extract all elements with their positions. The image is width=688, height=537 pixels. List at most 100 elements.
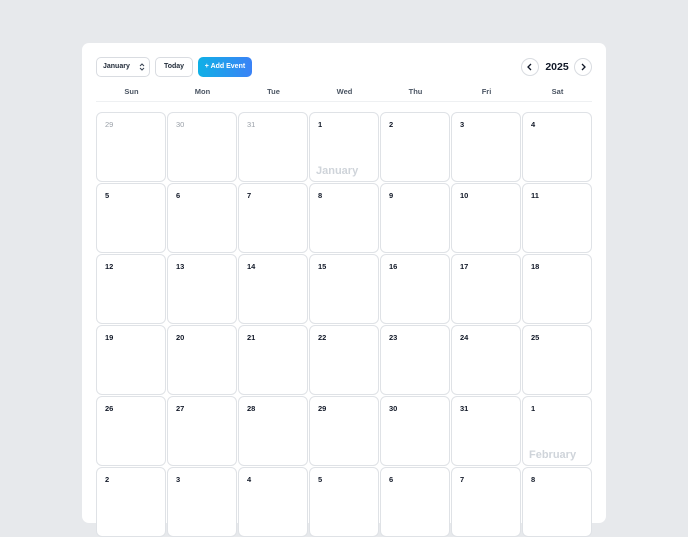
day-cell[interactable]: 26 [96,396,166,466]
chevron-updown-icon [139,62,145,72]
day-cell[interactable]: 18 [522,254,592,324]
day-number: 31 [460,404,469,413]
day-number: 3 [460,120,465,129]
day-cell[interactable]: 20 [167,325,237,395]
day-number: 5 [318,475,323,484]
day-number: 31 [247,120,256,129]
day-cell[interactable]: 21 [238,325,308,395]
day-cell[interactable]: 16 [380,254,450,324]
chevron-left-icon [527,63,532,71]
day-cell[interactable]: 6 [167,183,237,253]
day-cell[interactable]: 31 [238,112,308,182]
day-cell[interactable]: 4 [238,467,308,537]
day-cell[interactable]: 6 [380,467,450,537]
day-number: 9 [389,191,394,200]
day-cell[interactable]: 12 [96,254,166,324]
weekday-wed: Wed [336,87,353,96]
day-number: 2 [389,120,394,129]
day-number: 29 [318,404,327,413]
month-select[interactable]: January [96,57,150,77]
day-cell[interactable]: 10 [451,183,521,253]
day-cell[interactable]: 28 [238,396,308,466]
day-cell[interactable]: 1 January [309,112,379,182]
day-cell[interactable]: 1 February [522,396,592,466]
day-number: 1 [531,404,536,413]
day-cell[interactable]: 2 [96,467,166,537]
day-number: 4 [531,120,536,129]
day-number: 4 [247,475,252,484]
weekday-thu: Thu [408,87,423,96]
day-cell[interactable]: 17 [451,254,521,324]
day-cell[interactable]: 19 [96,325,166,395]
day-number: 30 [389,404,398,413]
day-number: 22 [318,333,327,342]
day-number: 19 [105,333,114,342]
calendar-card: January Today + Add Event 2025 Sun Mon Tue… [82,43,606,537]
day-cell[interactable]: 27 [167,396,237,466]
day-cell[interactable]: 8 [522,467,592,537]
day-cell[interactable]: 31 [451,396,521,466]
day-number: 10 [460,191,469,200]
next-year-button[interactable] [574,58,592,76]
day-number: 7 [247,191,252,200]
month-label-january: January [316,165,359,177]
day-cell[interactable]: 4 [522,112,592,182]
day-number: 24 [460,333,469,342]
day-number: 6 [389,475,394,484]
day-cell[interactable]: 3 [451,112,521,182]
day-cell[interactable]: 9 [380,183,450,253]
day-number: 28 [247,404,256,413]
day-number: 27 [176,404,185,413]
calendar-toolbar: January Today + Add Event 2025 [96,57,592,77]
weekday-sat: Sat [551,87,564,96]
weekday-header: Sun Mon Tue Wed Thu Fri Sat [96,87,592,102]
day-number: 12 [105,262,114,271]
day-number: 15 [318,262,327,271]
day-cell[interactable]: 23 [380,325,450,395]
weekday-mon: Mon [194,87,211,96]
day-number: 29 [105,120,114,129]
day-cell[interactable]: 7 [451,467,521,537]
day-cell[interactable]: 15 [309,254,379,324]
day-number: 1 [318,120,323,129]
day-cell[interactable]: 29 [96,112,166,182]
chevron-right-icon [581,63,586,71]
month-label-february: February [529,449,577,461]
today-button[interactable]: Today [155,57,193,77]
day-cell[interactable]: 5 [96,183,166,253]
day-cell[interactable]: 11 [522,183,592,253]
month-select-value: January [103,63,130,70]
prev-year-button[interactable] [521,58,539,76]
day-cell[interactable]: 2 [380,112,450,182]
day-number: 11 [531,191,539,200]
day-number: 20 [176,333,185,342]
day-cell[interactable]: 30 [380,396,450,466]
day-number: 8 [318,191,323,200]
day-cell[interactable]: 25 [522,325,592,395]
day-cell[interactable]: 22 [309,325,379,395]
day-number: 14 [247,262,256,271]
day-number: 8 [531,475,536,484]
weekday-tue: Tue [267,87,280,96]
add-event-button[interactable]: + Add Event [198,57,252,77]
day-cell[interactable]: 29 [309,396,379,466]
current-year: 2025 [545,61,569,73]
day-cell[interactable]: 5 [309,467,379,537]
day-cell[interactable]: 8 [309,183,379,253]
day-cell[interactable]: 30 [167,112,237,182]
day-cell[interactable]: 3 [167,467,237,537]
day-cell[interactable]: 13 [167,254,237,324]
day-number: 30 [176,120,185,129]
day-cell[interactable]: 14 [238,254,308,324]
day-cell[interactable]: 7 [238,183,308,253]
day-number: 25 [531,333,540,342]
weekday-sun: Sun [124,87,139,96]
day-number: 13 [176,262,185,271]
day-number: 18 [531,262,540,271]
day-number: 23 [389,333,398,342]
day-number: 17 [460,262,469,271]
day-number: 26 [105,404,114,413]
weekday-fri: Fri [481,87,492,96]
day-cell[interactable]: 24 [451,325,521,395]
day-number: 7 [460,475,465,484]
